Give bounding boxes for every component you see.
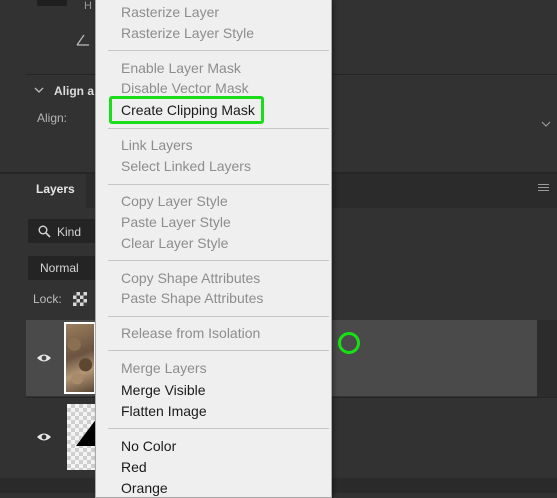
menu-item-paste-shape-attributes[interactable]: Paste Shape Attributes bbox=[121, 290, 263, 306]
align-section-title[interactable]: Align a bbox=[54, 84, 94, 98]
menu-item-copy-shape-attributes[interactable]: Copy Shape Attributes bbox=[121, 270, 260, 286]
menu-separator bbox=[108, 50, 329, 51]
layer-thumbnail-image[interactable] bbox=[64, 322, 96, 394]
chevron-down-icon[interactable] bbox=[33, 84, 45, 99]
menu-separator bbox=[108, 428, 329, 429]
lock-transparency-icon[interactable] bbox=[73, 292, 87, 306]
panel-menu-icon[interactable] bbox=[538, 184, 549, 193]
menu-item-link-layers[interactable]: Link Layers bbox=[121, 137, 193, 153]
menu-separator bbox=[108, 316, 329, 317]
menu-separator bbox=[108, 350, 329, 351]
menu-item-disable-vector-mask[interactable]: Disable Vector Mask bbox=[121, 80, 249, 96]
menu-item-enable-layer-mask[interactable]: Enable Layer Mask bbox=[121, 60, 241, 76]
tab-layers-label[interactable]: Layers bbox=[36, 182, 75, 196]
menu-item-no-color[interactable]: No Color bbox=[121, 438, 176, 454]
properties-header-fragment: H bbox=[84, 0, 92, 12]
menu-item-clear-layer-style[interactable]: Clear Layer Style bbox=[121, 235, 228, 251]
menu-item-red[interactable]: Red bbox=[121, 459, 147, 475]
menu-item-orange[interactable]: Orange bbox=[121, 480, 168, 496]
eye-icon[interactable] bbox=[36, 431, 52, 446]
layer-filter-kind[interactable]: Kind bbox=[57, 225, 81, 239]
triangle-shape-icon bbox=[76, 418, 97, 451]
menu-item-rasterize-layer-style[interactable]: Rasterize Layer Style bbox=[121, 25, 254, 41]
eye-icon[interactable] bbox=[36, 352, 52, 367]
menu-item-merge-layers[interactable]: Merge Layers bbox=[121, 360, 207, 376]
angle-icon[interactable] bbox=[76, 34, 90, 49]
menu-item-flatten-image[interactable]: Flatten Image bbox=[121, 403, 207, 419]
menu-separator bbox=[108, 260, 329, 261]
menu-separator bbox=[108, 184, 329, 185]
chevron-down-icon[interactable] bbox=[541, 118, 551, 132]
blend-mode-value[interactable]: Normal bbox=[40, 261, 79, 275]
menu-item-release-from-isolation[interactable]: Release from Isolation bbox=[121, 325, 260, 341]
menu-item-copy-layer-style[interactable]: Copy Layer Style bbox=[121, 193, 228, 209]
properties-thumbnail bbox=[37, 0, 67, 6]
menu-item-rasterize-layer[interactable]: Rasterize Layer bbox=[121, 4, 219, 20]
align-label: Align: bbox=[37, 111, 68, 125]
menu-separator bbox=[108, 128, 329, 129]
menu-item-create-clipping-mask[interactable]: Create Clipping Mask bbox=[121, 102, 255, 118]
lock-label: Lock: bbox=[33, 292, 62, 306]
annotation-circle bbox=[338, 332, 360, 354]
menu-item-merge-visible[interactable]: Merge Visible bbox=[121, 382, 206, 398]
menu-item-select-linked-layers[interactable]: Select Linked Layers bbox=[121, 158, 251, 174]
menu-item-paste-layer-style[interactable]: Paste Layer Style bbox=[121, 214, 231, 230]
layers-scrollbar[interactable] bbox=[537, 320, 557, 398]
search-icon bbox=[38, 225, 51, 241]
